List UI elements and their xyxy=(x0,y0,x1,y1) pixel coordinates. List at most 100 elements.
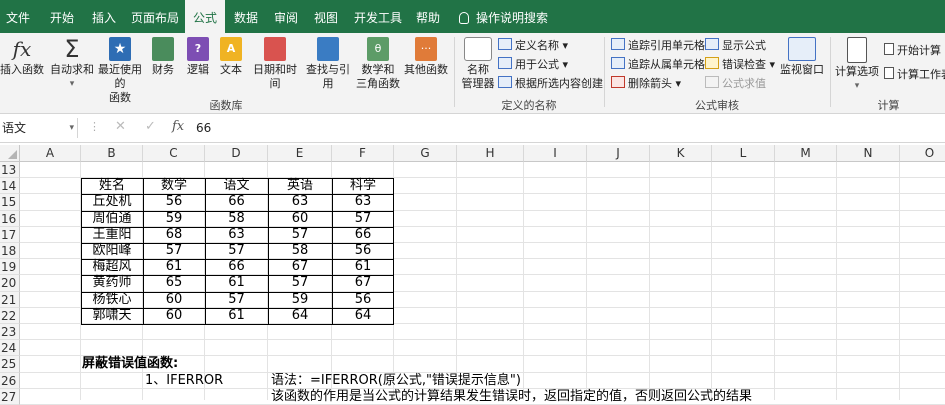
table-cell[interactable]: 57 xyxy=(268,275,332,291)
table-cell[interactable]: 60 xyxy=(268,211,332,227)
text-button[interactable]: A 文本 xyxy=(216,37,246,77)
math-trig-button[interactable]: θ 数学和 三角函数 xyxy=(354,37,402,91)
table-cell[interactable]: 梅超风 xyxy=(81,259,143,275)
table-cell[interactable]: 63 xyxy=(268,194,332,210)
tell-me-search[interactable]: 操作说明搜索 xyxy=(476,0,550,33)
notes-syntax[interactable]: 语法：=IFERROR(原公式,"错误提示信息") xyxy=(271,373,521,389)
table-cell[interactable]: 65 xyxy=(143,275,205,291)
row-header-17[interactable]: 17 xyxy=(0,226,20,243)
tab-help[interactable]: 帮助 xyxy=(410,0,446,33)
table-cell[interactable]: 60 xyxy=(143,292,205,308)
financial-button[interactable]: 财务 xyxy=(148,37,178,77)
column-header-D[interactable]: D xyxy=(205,145,268,162)
table-cell[interactable]: 59 xyxy=(143,211,205,227)
table-cell[interactable]: 黄药师 xyxy=(81,275,143,291)
table-cell[interactable]: 56 xyxy=(332,243,394,259)
recently-used-button[interactable]: ★ 最近使用的 函数 xyxy=(94,37,146,105)
define-name-button[interactable]: 定义名称 ▾ xyxy=(498,38,568,54)
trace-precedents-button[interactable]: 追踪引用单元格 xyxy=(611,38,705,54)
table-cell[interactable]: 66 xyxy=(205,259,268,275)
table-cell[interactable]: 61 xyxy=(205,308,268,324)
table-cell[interactable]: 56 xyxy=(332,292,394,308)
calc-now-button[interactable]: 开始计算 xyxy=(884,43,941,59)
column-header-H[interactable]: H xyxy=(457,145,524,162)
table-header-cell[interactable]: 语文 xyxy=(205,178,268,194)
table-cell[interactable]: 56 xyxy=(143,194,205,210)
table-cell[interactable]: 61 xyxy=(143,259,205,275)
table-cell[interactable]: 67 xyxy=(268,259,332,275)
table-cell[interactable]: 57 xyxy=(143,243,205,259)
table-cell[interactable]: 61 xyxy=(332,259,394,275)
more-functions-button[interactable]: ··· 其他函数 xyxy=(402,37,450,77)
insert-function-button[interactable]: fx 插入函数 xyxy=(0,37,44,77)
table-cell[interactable]: 67 xyxy=(332,275,394,291)
table-cell[interactable]: 57 xyxy=(205,292,268,308)
table-header-cell[interactable]: 英语 xyxy=(268,178,332,194)
table-cell[interactable]: 64 xyxy=(332,308,394,324)
enter-icon[interactable]: ✓ xyxy=(145,119,156,134)
tab-formulas[interactable]: 公式 xyxy=(185,0,225,33)
column-header-E[interactable]: E xyxy=(268,145,332,162)
table-cell[interactable]: 丘处机 xyxy=(81,194,143,210)
row-header-19[interactable]: 19 xyxy=(0,259,20,276)
worksheet-grid[interactable]: A B C D E F G H I J K L M N O 13 14 15 16 17 18 19 20 21 22 23 24 2… xyxy=(0,145,945,405)
column-header-C[interactable]: C xyxy=(143,145,205,162)
table-cell[interactable]: 66 xyxy=(205,194,268,210)
table-cell[interactable]: 58 xyxy=(268,243,332,259)
tab-page-layout[interactable]: 页面布局 xyxy=(128,0,182,33)
fx-icon[interactable]: fx xyxy=(172,119,184,134)
tab-insert[interactable]: 插入 xyxy=(84,0,124,33)
name-manager-button[interactable]: 名称 管理器 xyxy=(458,37,498,91)
trace-dependents-button[interactable]: 追踪从属单元格 xyxy=(611,57,705,73)
row-header-20[interactable]: 20 xyxy=(0,275,20,292)
row-header-26[interactable]: 26 xyxy=(0,372,20,389)
calc-sheet-button[interactable]: 计算工作表 xyxy=(884,67,945,83)
table-cell[interactable]: 57 xyxy=(332,211,394,227)
use-in-formula-button[interactable]: 用于公式 ▾ xyxy=(498,57,568,73)
column-header-M[interactable]: M xyxy=(775,145,837,162)
column-header-L[interactable]: L xyxy=(712,145,775,162)
table-cell[interactable]: 63 xyxy=(332,194,394,210)
column-header-O[interactable]: O xyxy=(900,145,945,162)
autosum-button[interactable]: Σ 自动求和 ▾ xyxy=(50,37,94,91)
row-header-18[interactable]: 18 xyxy=(0,243,20,260)
column-header-N[interactable]: N xyxy=(837,145,900,162)
tab-review[interactable]: 审阅 xyxy=(268,0,304,33)
table-cell[interactable]: 王重阳 xyxy=(81,227,143,243)
row-header-24[interactable]: 24 xyxy=(0,340,20,357)
column-header-J[interactable]: J xyxy=(587,145,650,162)
column-header-A[interactable]: A xyxy=(20,145,81,162)
table-header-cell[interactable]: 数学 xyxy=(143,178,205,194)
row-header-23[interactable]: 23 xyxy=(0,324,20,341)
calc-options-button[interactable]: 计算选项 ▾ xyxy=(834,37,880,93)
table-header-cell[interactable]: 科学 xyxy=(332,178,394,194)
notes-item[interactable]: 1、IFERROR xyxy=(145,373,223,389)
tab-developer[interactable]: 开发工具 xyxy=(350,0,406,33)
row-header-14[interactable]: 14 xyxy=(0,178,20,195)
create-from-selection-button[interactable]: 根据所选内容创建 xyxy=(498,76,603,92)
lookup-button[interactable]: 查找与引用 xyxy=(302,37,354,91)
table-cell[interactable]: 64 xyxy=(268,308,332,324)
table-cell[interactable]: 63 xyxy=(205,227,268,243)
table-cell[interactable]: 57 xyxy=(268,227,332,243)
watch-window-button[interactable]: 监视窗口 xyxy=(778,37,826,77)
row-header-25[interactable]: 25 xyxy=(0,356,20,373)
tab-file[interactable]: 文件 xyxy=(0,0,36,33)
row-header-21[interactable]: 21 xyxy=(0,291,20,308)
column-header-I[interactable]: I xyxy=(524,145,587,162)
table-cell[interactable]: 61 xyxy=(205,275,268,291)
tab-home[interactable]: 开始 xyxy=(42,0,82,33)
datetime-button[interactable]: 日期和时间 xyxy=(248,37,302,91)
row-header-27[interactable]: 27 xyxy=(0,388,20,405)
table-cell[interactable]: 欧阳峰 xyxy=(81,243,143,259)
error-checking-button[interactable]: 错误检查 ▾ xyxy=(705,57,775,73)
row-header-22[interactable]: 22 xyxy=(0,307,20,324)
row-header-13[interactable]: 13 xyxy=(0,162,20,179)
notes-description[interactable]: 该函数的作用是当公式的计算结果发生错误时，返回指定的值，否则返回公式的结果 xyxy=(271,389,752,405)
table-cell[interactable]: 周伯通 xyxy=(81,211,143,227)
tab-view[interactable]: 视图 xyxy=(308,0,344,33)
name-box[interactable]: 语文 ▾ xyxy=(0,118,78,138)
column-header-F[interactable]: F xyxy=(332,145,394,162)
table-cell[interactable]: 57 xyxy=(205,243,268,259)
row-header-15[interactable]: 15 xyxy=(0,194,20,211)
